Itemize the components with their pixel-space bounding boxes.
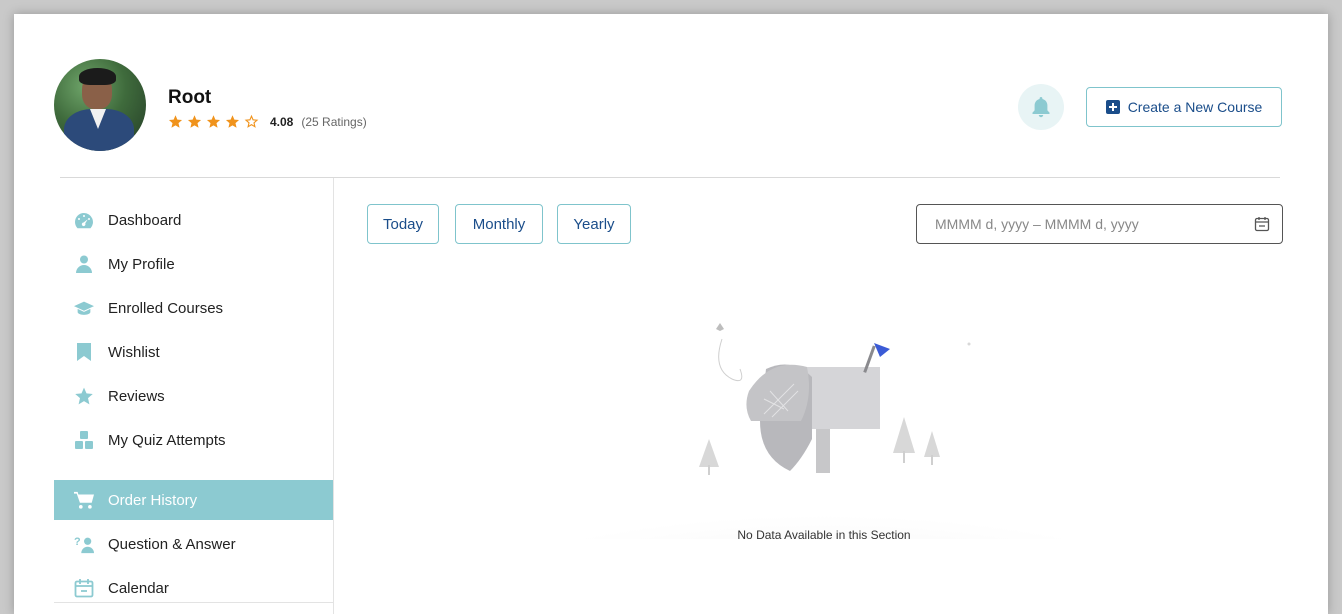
sidebar-item-reviews[interactable]: Reviews (54, 376, 333, 416)
sidebar-item-label: My Quiz Attempts (108, 431, 226, 449)
create-course-button[interactable]: Create a New Course (1086, 87, 1282, 127)
cart-icon (74, 490, 94, 510)
sidebar-item-label: Enrolled Courses (108, 299, 224, 317)
graduation-cap-icon (74, 298, 94, 318)
filter-today-button[interactable]: Today (367, 204, 439, 244)
sidebar-nav: Dashboard My Profile Enrolled Courses Wi… (54, 178, 334, 614)
sidebar-item-label: Order History (108, 491, 198, 509)
sidebar-item-question-answer[interactable]: ? Question & Answer (54, 524, 333, 564)
quiz-blocks-icon (74, 430, 94, 450)
rating-count: (25 Ratings) (301, 114, 367, 129)
sidebar-item-label: My Profile (108, 255, 175, 273)
sidebar-item-wishlist[interactable]: Wishlist (54, 332, 333, 372)
star-outline-icon (244, 114, 259, 128)
star-filled-icon (168, 115, 183, 128)
star-filled-icon (225, 115, 240, 128)
empty-mailbox-illustration (484, 323, 1164, 539)
date-range-placeholder: MMMM d, yyyy – MMMM d, yyyy (935, 216, 1139, 232)
user-icon (74, 254, 94, 274)
dashboard-gauge-icon (74, 210, 94, 230)
dashboard-frame: Root 4.08 (25 Ratings) Create a New Cour… (14, 14, 1328, 614)
empty-state-message: No Data Available in this Section (737, 528, 911, 542)
sidebar-item-my-profile[interactable]: My Profile (54, 244, 333, 284)
user-name: Root (168, 87, 212, 108)
calendar-icon (74, 578, 94, 598)
create-course-label: Create a New Course (1127, 99, 1263, 115)
date-range-picker[interactable]: MMMM d, yyyy – MMMM d, yyyy (916, 204, 1283, 244)
bell-icon (1032, 97, 1050, 118)
sidebar-item-label: Question & Answer (108, 535, 236, 553)
sidebar-item-label: Dashboard (108, 211, 182, 229)
sidebar-item-label: Wishlist (108, 343, 160, 361)
filter-monthly-button[interactable]: Monthly (455, 204, 543, 244)
notification-button[interactable] (1018, 84, 1064, 130)
rating-value: 4.08 (270, 114, 294, 129)
star-filled-icon (187, 115, 202, 128)
avatar[interactable] (54, 59, 146, 151)
plus-square-icon (1105, 100, 1120, 114)
user-rating: 4.08 (25 Ratings) (168, 114, 367, 129)
sidebar-item-enrolled-courses[interactable]: Enrolled Courses (54, 288, 333, 328)
sidebar-divider (54, 602, 333, 603)
calendar-icon (1254, 217, 1270, 232)
filter-yearly-button[interactable]: Yearly (557, 204, 631, 244)
sidebar-item-order-history[interactable]: Order History (54, 480, 333, 520)
question-person-icon: ? (74, 534, 94, 554)
sidebar-item-label: Calendar (108, 579, 169, 597)
star-filled-icon (206, 115, 221, 128)
sidebar-item-my-quiz-attempts[interactable]: My Quiz Attempts (54, 420, 333, 460)
sidebar-item-label: Reviews (108, 387, 165, 405)
star-icon (74, 386, 94, 406)
bookmark-icon (74, 342, 94, 362)
sidebar-item-dashboard[interactable]: Dashboard (54, 200, 333, 240)
svg-text:?: ? (74, 536, 81, 548)
